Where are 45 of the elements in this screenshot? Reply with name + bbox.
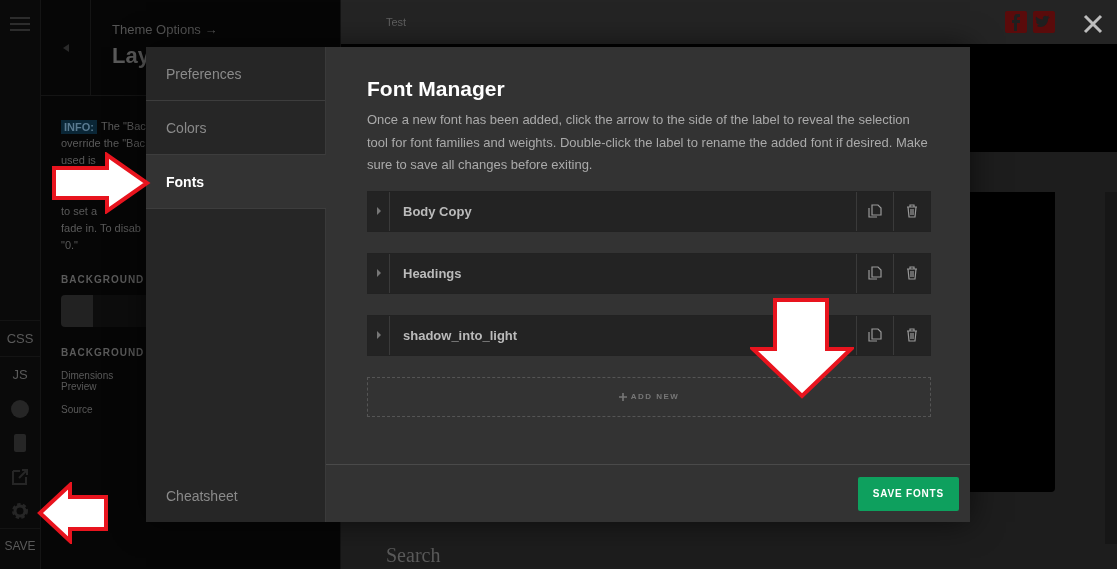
section-heading: BACKGROUND xyxy=(61,274,146,285)
info-text: to set a xyxy=(61,204,99,219)
save-fonts-button[interactable]: SAVE FONTS xyxy=(857,476,959,511)
menu-icon[interactable] xyxy=(10,17,30,31)
widget-title: Search xyxy=(385,544,442,568)
nav-tab[interactable]: Fonts xyxy=(146,155,326,209)
facebook-icon[interactable] xyxy=(1005,11,1027,33)
info-badge: INFO: xyxy=(61,119,97,134)
settings-icon[interactable] xyxy=(10,501,30,521)
breadcrumb: Theme Options → xyxy=(112,22,218,37)
info-text: used is xyxy=(61,153,97,168)
description-text: Once a new font has been added, click the arrow to the side of the label to reveal the selection tool for font families and weights. Double-click the label to rename the added font if desired. Make sure to save all changes before exiting. xyxy=(367,111,929,174)
dialog-title: Font Manager xyxy=(367,77,506,101)
sidebar-item[interactable]: CSS xyxy=(0,320,40,356)
trash-icon xyxy=(905,328,919,342)
info-text: The "Bac xyxy=(100,119,146,134)
caret-icon xyxy=(376,331,381,339)
sidebar-item[interactable]: JS xyxy=(0,356,40,392)
save-button[interactable]: SAVE xyxy=(0,528,40,563)
close-icon[interactable] xyxy=(1083,14,1103,34)
left-arrow-annotation xyxy=(37,482,109,544)
font-label[interactable]: Headings xyxy=(390,253,856,293)
info-text: fade in. To disab xyxy=(61,221,142,236)
info-text: override the "Bac xyxy=(61,136,146,151)
trash-icon xyxy=(905,266,919,280)
font-label[interactable]: shadow_into_light xyxy=(390,315,856,355)
circle-icon[interactable] xyxy=(10,399,30,419)
field-label: Dimensions Preview xyxy=(61,370,115,392)
section-heading: BACKGROUND xyxy=(61,347,146,358)
info-text: "0." xyxy=(61,238,79,253)
cheatsheet-link[interactable]: Cheatsheet xyxy=(146,469,325,522)
twitter-icon[interactable] xyxy=(1033,11,1055,33)
copy-icon xyxy=(868,266,882,280)
external-link-icon[interactable] xyxy=(10,467,30,487)
nav-tab[interactable]: Preferences xyxy=(146,47,325,101)
trash-icon xyxy=(905,204,919,218)
caret-icon xyxy=(376,207,381,215)
font-label[interactable]: Body Copy xyxy=(390,191,856,231)
back-arrow-icon xyxy=(62,43,69,52)
site-title: Test xyxy=(386,16,408,28)
copy-icon xyxy=(868,328,882,342)
plus-icon xyxy=(618,392,627,401)
caret-icon xyxy=(376,269,381,277)
field-label: Source xyxy=(61,404,94,415)
copy-icon xyxy=(868,204,882,218)
